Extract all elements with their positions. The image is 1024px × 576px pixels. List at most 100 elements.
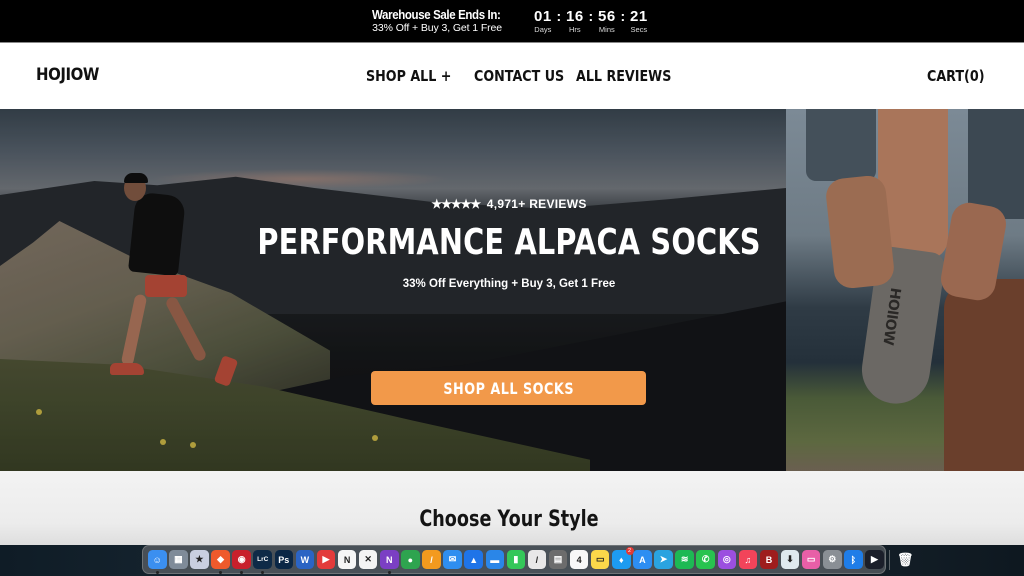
dock-item-telegram[interactable]: ➤ <box>654 550 673 569</box>
notion-icon: N <box>337 550 357 569</box>
dock-item-superstar[interactable]: ★ <box>190 550 209 569</box>
microsoft-word-icon: W <box>295 550 315 569</box>
lightroom-classic-icon: LrC <box>253 550 272 569</box>
star-rating-icon: ★★★★★ <box>431 197 481 211</box>
hero-title: PERFORMANCE ALPACA SOCKS <box>257 222 761 263</box>
hero-subtitle: 33% Off Everything + Buy 3, Get 1 Free <box>402 278 616 290</box>
cta-label: SHOP ALL SOCKS <box>443 378 574 398</box>
hero-banner: HOllOW ★★★★★ 4,971+ REVIEWS PERFORMANCE … <box>0 109 1024 471</box>
dock-item-calculator[interactable]: ▤ <box>548 550 568 569</box>
capcut-icon: ✕ <box>358 550 378 569</box>
section-title: Choose Your Style <box>419 507 599 532</box>
countdown-days: 01 Days <box>530 8 556 34</box>
dock-item-numbers[interactable]: ▮ <box>506 550 526 569</box>
countdown-label: Secs <box>630 25 648 34</box>
pages-icon: / <box>422 550 441 569</box>
choose-style-section: Choose Your Style <box>0 471 1024 545</box>
spotify-icon: ≋ <box>675 550 694 569</box>
reviews-count: 4,971+ REVIEWS <box>486 197 587 211</box>
dock-item-screens[interactable]: ▭ <box>801 550 821 569</box>
promo-title: Warehouse Sale Ends In: <box>372 7 501 22</box>
shop-all-socks-button[interactable]: SHOP ALL SOCKS <box>371 371 646 405</box>
dock-item-lightroom-classic[interactable]: LrC <box>253 550 272 574</box>
countdown-value: 56 <box>598 8 616 25</box>
nav-all-reviews[interactable]: ALL REVIEWS <box>576 67 671 85</box>
dock-item-twitter[interactable]: ♦ 2 <box>612 547 634 569</box>
promo-text: Warehouse Sale Ends In: 33% Off + Buy 3,… <box>372 8 512 35</box>
keynote-icon: ▬ <box>485 550 504 569</box>
photoshop-icon: Ps <box>274 550 294 569</box>
nav-contact-us[interactable]: CONTACT US <box>474 67 564 85</box>
dock-item-keynote[interactable]: ▬ <box>485 550 504 569</box>
screens-icon: ▭ <box>801 550 821 569</box>
calculator-icon: ▤ <box>548 550 568 569</box>
logo[interactable]: HOJIOW <box>36 65 99 85</box>
presentation-tool-icon: ▶ <box>316 550 336 569</box>
whatsapp-icon: ✆ <box>696 550 715 569</box>
dock-item-infuse[interactable]: ▶ <box>865 550 884 569</box>
dock-item-podcasts[interactable]: ◎ <box>717 550 737 569</box>
nav-shop-all[interactable]: SHOP ALL + <box>366 67 451 85</box>
countdown-minutes: 56 Mins <box>594 8 620 34</box>
dock-separator <box>889 549 891 570</box>
hero-content: ★★★★★ 4,971+ REVIEWS PERFORMANCE ALPACA … <box>0 109 1018 471</box>
brave-icon: ◆ <box>211 550 230 569</box>
dock-item-bear[interactable]: B <box>759 550 779 569</box>
launchpad-icon: ▦ <box>169 550 188 569</box>
dock-item-bluetooth[interactable]: ᛒ <box>844 550 863 569</box>
onenote-icon: N <box>380 550 399 569</box>
site-header: HOJIOW SHOP ALL + CONTACT US ALL REVIEWS… <box>0 42 1024 109</box>
cart-link[interactable]: CART(0) <box>927 67 985 85</box>
countdown-seconds: 21 Secs <box>626 8 652 34</box>
dock-item-app-store[interactable]: A <box>633 550 652 569</box>
dock-item-system-preferences[interactable]: ⚙ <box>823 550 842 569</box>
dock-item-onenote[interactable]: N <box>380 550 399 574</box>
dock-item-spark[interactable]: ▲ <box>464 550 483 569</box>
dock-item-brave[interactable]: ◆ <box>211 550 230 574</box>
dock-item-screen-recorder[interactable]: ◉ <box>232 550 251 574</box>
dock-item-spotify[interactable]: ≋ <box>675 550 694 569</box>
running-indicator <box>261 570 265 574</box>
dock-item-presentation-tool[interactable]: ▶ <box>316 550 336 569</box>
dock-item-evernote[interactable]: ● <box>401 550 420 569</box>
reviews-rating[interactable]: ★★★★★ 4,971+ REVIEWS <box>0 197 1018 211</box>
dock-item-mail[interactable]: ✉ <box>443 550 462 569</box>
app-store-icon: A <box>633 550 652 569</box>
calendar-icon: 4 <box>569 550 589 569</box>
mail-icon: ✉ <box>443 550 462 569</box>
countdown-value: 16 <box>566 8 584 25</box>
promo-bar: Warehouse Sale Ends In: 33% Off + Buy 3,… <box>0 0 1024 42</box>
dock-item-launchpad[interactable]: ▦ <box>169 550 188 569</box>
telegram-icon: ➤ <box>654 550 673 569</box>
dock-item-notes[interactable]: ▭ <box>590 550 610 569</box>
dock-item-pages[interactable]: / <box>422 550 441 569</box>
bluetooth-icon: ᛒ <box>844 550 863 569</box>
trash-icon: 🗑 <box>896 551 914 567</box>
dock-item-music[interactable]: ♫ <box>738 550 758 569</box>
spark-icon: ▲ <box>464 550 483 569</box>
dock-item-capcut[interactable]: ✕ <box>358 550 378 569</box>
superstar-icon: ★ <box>190 550 209 569</box>
countdown-label: Days <box>534 25 552 34</box>
screen-recorder-icon: ◉ <box>232 550 251 569</box>
dock-item-whatsapp[interactable]: ✆ <box>696 550 715 569</box>
system-preferences-icon: ⚙ <box>823 550 842 569</box>
countdown-value: 01 <box>534 8 552 25</box>
dock-item-trash[interactable]: 🗑 <box>896 550 915 569</box>
dock-item-calendar[interactable]: 4 <box>569 550 589 569</box>
numbers-icon: ▮ <box>506 550 526 569</box>
dock-item-finder[interactable]: ☺ <box>148 550 167 574</box>
dock-item-microsoft-word[interactable]: W <box>295 550 315 569</box>
downie-icon: ⬇ <box>780 550 800 569</box>
countdown-value: 21 <box>630 8 648 25</box>
running-indicator <box>388 570 392 574</box>
dock-item-markup[interactable]: / <box>527 550 547 569</box>
countdown-label: Mins <box>598 25 615 34</box>
dock-item-downie[interactable]: ⬇ <box>780 550 800 569</box>
dock-item-notion[interactable]: N <box>337 550 357 569</box>
notes-icon: ▭ <box>590 550 610 569</box>
promo-subtitle: 33% Off + Buy 3, Get 1 Free <box>372 21 503 34</box>
dock-item-photoshop[interactable]: Ps <box>274 550 294 569</box>
countdown-hours: 16 Hrs <box>562 8 588 34</box>
running-indicator <box>156 570 159 574</box>
